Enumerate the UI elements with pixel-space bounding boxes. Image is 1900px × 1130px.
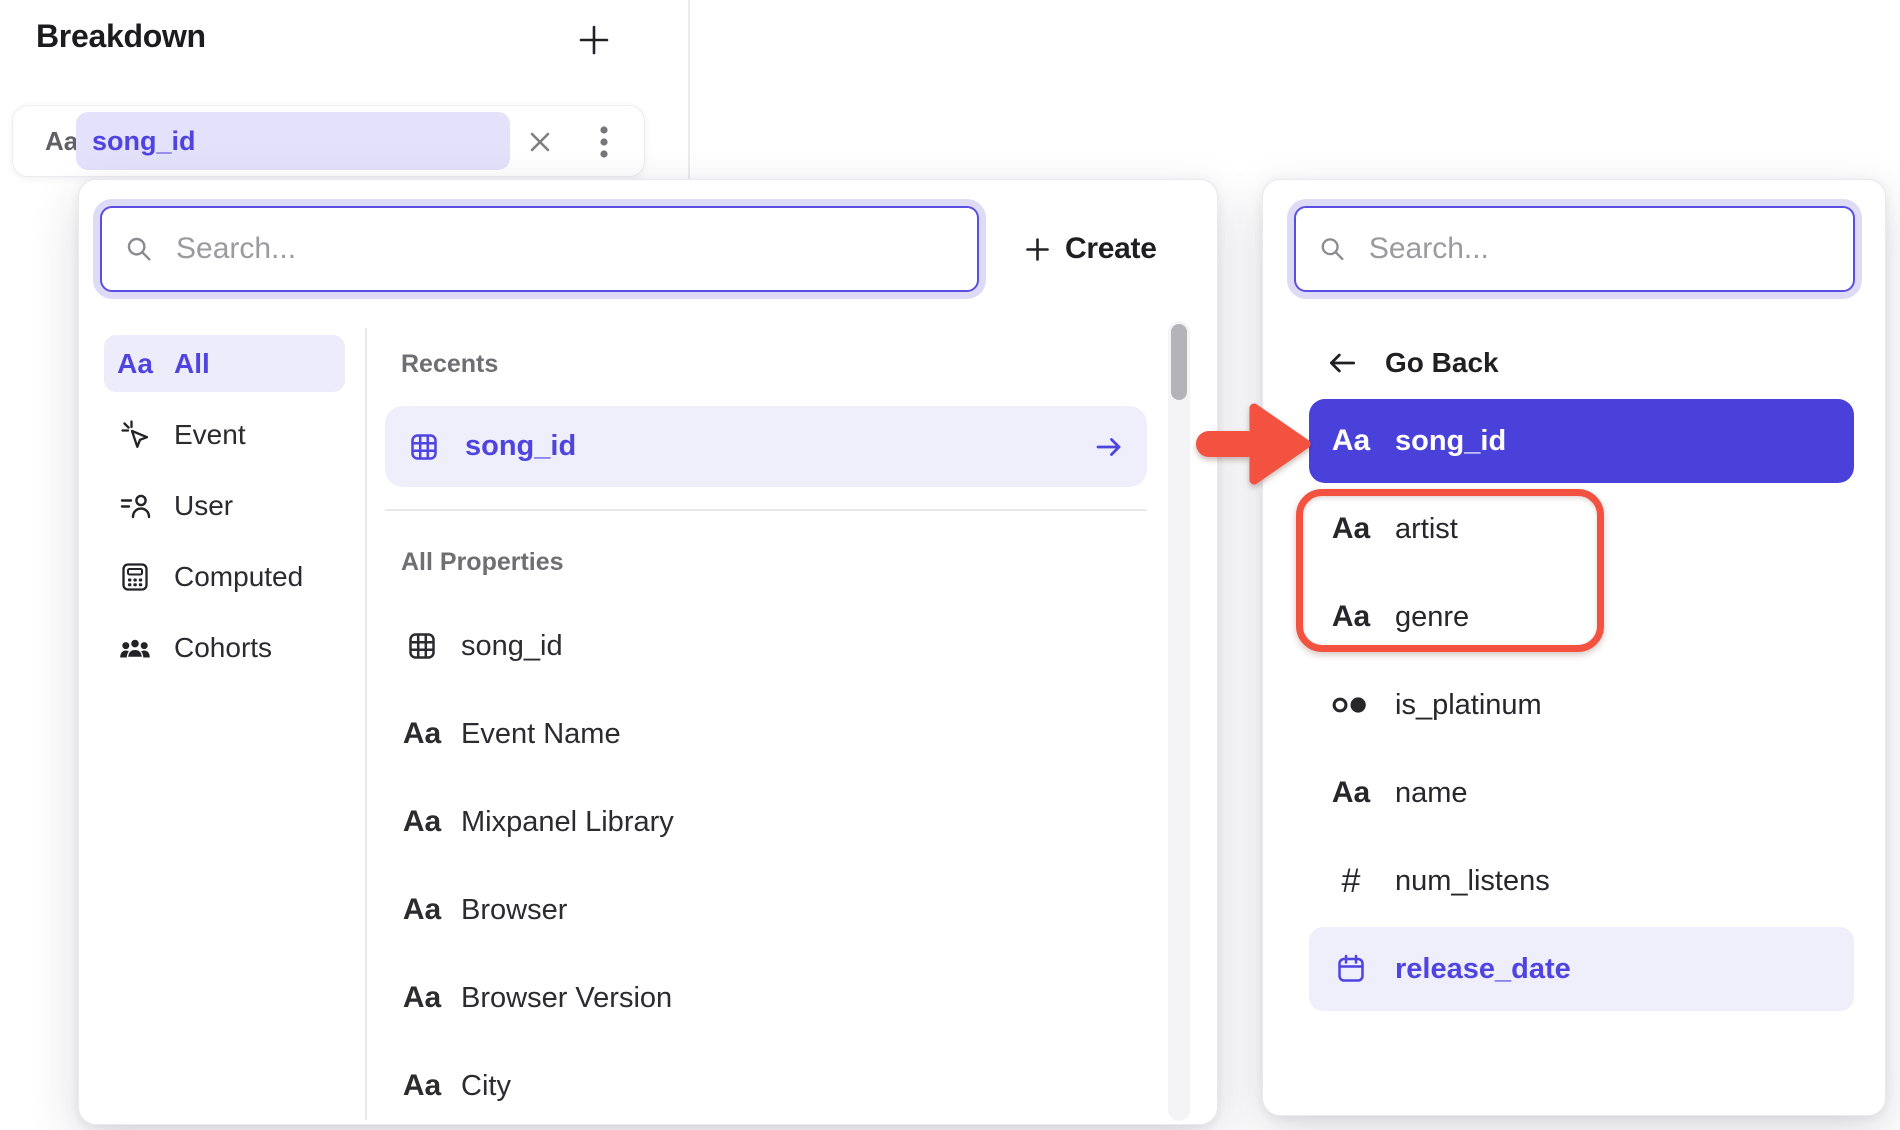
- nested-property-panel: Go Back Aa song_id Aa artist Aa genre is…: [1262, 179, 1886, 1116]
- text-icon: Aa: [1331, 776, 1371, 810]
- nested-property-label: artist: [1395, 513, 1458, 546]
- nested-property-artist[interactable]: Aa artist: [1309, 487, 1854, 571]
- text-icon: Aa: [1331, 600, 1371, 634]
- category-label: Cohorts: [174, 632, 272, 664]
- add-breakdown-button[interactable]: [576, 22, 612, 58]
- date-icon: [1331, 952, 1371, 986]
- grid-icon: [405, 629, 439, 663]
- property-row-event-name[interactable]: Aa Event Name: [385, 690, 1147, 778]
- number-icon: #: [1331, 864, 1371, 898]
- nested-property-label: num_listens: [1395, 865, 1550, 898]
- all-properties-header: All Properties: [401, 548, 564, 577]
- search-input[interactable]: [1369, 232, 1831, 266]
- property-row-mixpanel-library[interactable]: Aa Mixpanel Library: [385, 778, 1147, 866]
- category-event[interactable]: Event: [104, 406, 345, 463]
- property-label: song_id: [461, 630, 563, 663]
- scrollbar-thumb[interactable]: [1171, 324, 1187, 400]
- property-row-city[interactable]: Aa City: [385, 1042, 1147, 1130]
- property-label: City: [461, 1070, 511, 1103]
- property-row-browser[interactable]: Aa Browser: [385, 866, 1147, 954]
- scrollbar-track[interactable]: [1168, 321, 1190, 1121]
- category-label: Computed: [174, 561, 303, 593]
- right-search-box[interactable]: [1294, 206, 1855, 292]
- nested-property-release-date[interactable]: release_date: [1309, 927, 1854, 1011]
- boolean-icon: [1331, 688, 1371, 722]
- property-row-song-id[interactable]: song_id: [385, 602, 1147, 690]
- breakdown-chip-value[interactable]: song_id: [76, 112, 510, 170]
- property-label: Browser Version: [461, 982, 672, 1015]
- arrow-left-icon: [1325, 346, 1359, 380]
- text-icon: Aa: [45, 106, 78, 176]
- event-icon: [118, 418, 152, 452]
- property-list: Recents song_id All Properties: [385, 180, 1147, 1126]
- nested-property-song-id[interactable]: Aa song_id: [1309, 399, 1854, 483]
- nested-property-label: is_platinum: [1395, 689, 1542, 722]
- category-sidebar: Aa All Event User: [104, 335, 345, 690]
- sidebar-divider: [365, 328, 367, 1120]
- recent-property-song-id[interactable]: song_id: [385, 406, 1147, 487]
- category-all[interactable]: Aa All: [104, 335, 345, 392]
- breakdown-chip[interactable]: Aa song_id: [12, 105, 645, 177]
- property-row-browser-version[interactable]: Aa Browser Version: [385, 954, 1147, 1042]
- category-computed[interactable]: Computed: [104, 548, 345, 605]
- nested-property-genre[interactable]: Aa genre: [1309, 575, 1854, 659]
- user-icon: [118, 489, 152, 523]
- recents-header: Recents: [401, 350, 498, 379]
- text-icon: Aa: [405, 981, 439, 1015]
- property-label: Browser: [461, 894, 567, 927]
- breakdown-title: Breakdown: [36, 18, 206, 55]
- text-icon: Aa: [405, 805, 439, 839]
- category-user[interactable]: User: [104, 477, 345, 534]
- category-cohorts[interactable]: Cohorts: [104, 619, 345, 676]
- nested-property-name[interactable]: Aa name: [1309, 751, 1854, 835]
- category-label: User: [174, 490, 233, 522]
- nested-property-is-platinum[interactable]: is_platinum: [1309, 663, 1854, 747]
- remove-chip-icon[interactable]: [527, 129, 553, 155]
- category-label: All: [174, 348, 210, 380]
- text-icon: Aa: [405, 1069, 439, 1103]
- text-icon: Aa: [405, 893, 439, 927]
- recent-property-label: song_id: [465, 430, 576, 463]
- nested-property-label: release_date: [1395, 953, 1571, 986]
- category-label: Event: [174, 419, 246, 451]
- arrow-right-icon: [1093, 431, 1125, 463]
- chip-value-label: song_id: [92, 126, 196, 157]
- grid-icon: [407, 430, 441, 464]
- search-icon: [1318, 233, 1347, 265]
- search-icon: [124, 233, 154, 265]
- property-label: Mixpanel Library: [461, 806, 674, 839]
- text-icon: Aa: [1331, 424, 1371, 458]
- nested-property-num-listens[interactable]: # num_listens: [1309, 839, 1854, 923]
- chip-kebab-menu-icon[interactable]: [597, 125, 611, 159]
- nested-property-label: genre: [1395, 601, 1469, 634]
- property-picker-panel: Create Aa All Event User: [78, 179, 1218, 1125]
- nested-property-label: song_id: [1395, 425, 1506, 458]
- property-label: Event Name: [461, 718, 621, 751]
- text-icon: Aa: [118, 347, 152, 381]
- nested-property-label: name: [1395, 777, 1468, 810]
- text-icon: Aa: [405, 717, 439, 751]
- go-back-button[interactable]: Go Back: [1325, 338, 1499, 388]
- cohorts-icon: [118, 631, 152, 665]
- text-icon: Aa: [1331, 512, 1371, 546]
- list-divider: [385, 509, 1147, 511]
- column-divider: [688, 0, 690, 180]
- computed-icon: [118, 560, 152, 594]
- go-back-label: Go Back: [1385, 347, 1499, 379]
